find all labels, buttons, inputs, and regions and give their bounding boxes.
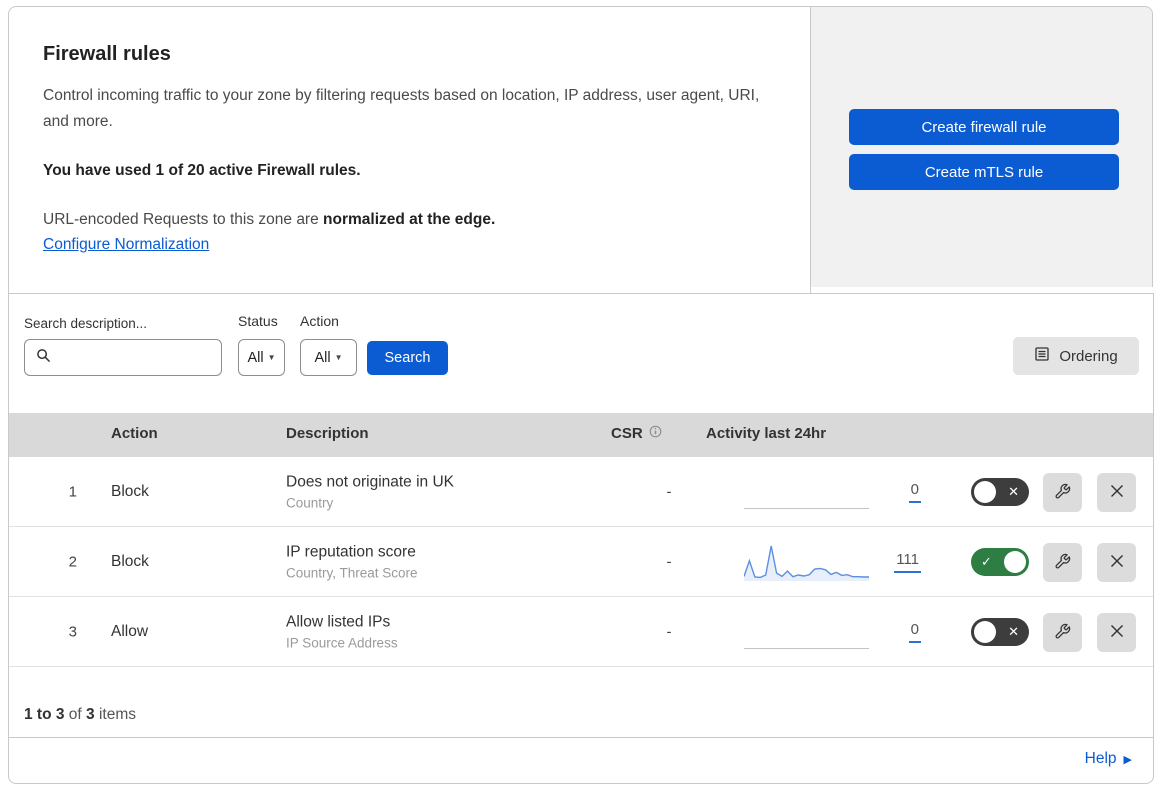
activity-count-link[interactable]: 0 bbox=[908, 621, 921, 643]
rule-title: IP reputation score bbox=[286, 543, 416, 560]
delete-rule-button[interactable] bbox=[1097, 543, 1136, 582]
normalization-note: URL-encoded Requests to this zone are no… bbox=[43, 211, 770, 229]
rule-enable-toggle[interactable]: ✓ ✕ bbox=[971, 548, 1029, 576]
activity-sparkline bbox=[743, 541, 869, 583]
edit-rule-button[interactable] bbox=[1043, 543, 1082, 582]
column-header-csr: CSR bbox=[611, 425, 662, 442]
activity-count-link[interactable]: 0 bbox=[908, 481, 921, 503]
firewall-rules-card: Search description... Status Action All … bbox=[8, 293, 1154, 738]
action-dropdown[interactable]: All ▼ bbox=[300, 339, 357, 376]
toggle-knob bbox=[974, 621, 996, 643]
table-row: 3 Allow Allow listed IPs IP Source Addre… bbox=[9, 597, 1153, 667]
rule-enable-toggle[interactable]: ✓ ✕ bbox=[971, 618, 1029, 646]
create-mtls-rule-button[interactable]: Create mTLS rule bbox=[849, 154, 1119, 190]
arrow-right-icon: ▶ bbox=[1123, 753, 1132, 766]
rule-priority: 3 bbox=[68, 623, 77, 640]
status-label: Status bbox=[238, 313, 278, 329]
rule-description: Does not originate in UK Country bbox=[286, 473, 454, 510]
x-icon: ✕ bbox=[1008, 484, 1019, 499]
action-label: Action bbox=[300, 313, 339, 329]
toggle-knob bbox=[974, 481, 996, 503]
activity-sparkline bbox=[744, 471, 869, 513]
page-title: Firewall rules bbox=[43, 43, 171, 65]
rule-action: Allow bbox=[111, 622, 149, 640]
info-icon[interactable] bbox=[649, 425, 662, 442]
rule-csr: - bbox=[666, 553, 672, 570]
configure-normalization-link[interactable]: Configure Normalization bbox=[43, 236, 209, 254]
flat-activity-line bbox=[744, 508, 869, 509]
actions-side-panel: Create firewall rule Create mTLS rule bbox=[811, 6, 1153, 287]
chevron-down-icon: ▼ bbox=[267, 353, 276, 362]
rule-fields: IP Source Address bbox=[286, 635, 398, 650]
column-header-activity: Activity last 24hr bbox=[706, 425, 827, 442]
rule-title: Allow listed IPs bbox=[286, 613, 391, 630]
close-icon bbox=[1109, 623, 1125, 642]
delete-rule-button[interactable] bbox=[1097, 613, 1136, 652]
rule-title: Does not originate in UK bbox=[286, 473, 455, 490]
create-firewall-rule-button[interactable]: Create firewall rule bbox=[849, 109, 1119, 145]
rule-priority: 2 bbox=[68, 553, 77, 570]
edit-rule-button[interactable] bbox=[1043, 613, 1082, 652]
wrench-icon bbox=[1054, 553, 1071, 573]
x-icon: ✕ bbox=[1008, 624, 1019, 639]
help-link[interactable]: Help ▶ bbox=[1085, 750, 1132, 768]
status-dropdown-value: All bbox=[247, 349, 264, 366]
firewall-intro-card: Firewall rules Control incoming traffic … bbox=[8, 6, 811, 294]
table-row: 2 Block IP reputation score Country, Thr… bbox=[9, 527, 1153, 597]
wrench-icon bbox=[1054, 483, 1071, 503]
ordering-button[interactable]: Ordering bbox=[1013, 337, 1139, 375]
toggle-knob bbox=[1004, 551, 1026, 573]
rule-action: Block bbox=[111, 482, 149, 500]
flat-activity-line bbox=[744, 648, 869, 649]
ordering-button-label: Ordering bbox=[1059, 347, 1118, 365]
table-header-row: Action Description CSR Activity last 24h… bbox=[9, 413, 1153, 457]
search-label: Search description... bbox=[24, 316, 148, 331]
edit-rule-button[interactable] bbox=[1043, 473, 1082, 512]
normalization-bold: normalized at the edge. bbox=[323, 211, 496, 228]
rules-table-body: 1 Block Does not originate in UK Country… bbox=[9, 457, 1153, 667]
page-description: Control incoming traffic to your zone by… bbox=[43, 87, 760, 130]
activity-count-link[interactable]: 111 bbox=[894, 551, 921, 573]
close-icon bbox=[1109, 553, 1125, 572]
rule-description: IP reputation score Country, Threat Scor… bbox=[286, 543, 418, 580]
search-input-wrapper bbox=[24, 339, 222, 376]
search-icon bbox=[36, 348, 51, 368]
ordering-icon bbox=[1034, 346, 1050, 366]
activity-sparkline bbox=[744, 611, 869, 653]
column-header-action: Action bbox=[111, 425, 158, 442]
rule-action: Block bbox=[111, 552, 149, 570]
column-header-description: Description bbox=[286, 425, 369, 442]
search-button[interactable]: Search bbox=[367, 341, 448, 375]
items-count: 1 to 3 of 3 items bbox=[24, 706, 137, 723]
chevron-down-icon: ▼ bbox=[334, 353, 343, 362]
rule-csr: - bbox=[666, 483, 672, 500]
normalization-text: URL-encoded Requests to this zone are bbox=[43, 211, 319, 228]
close-icon bbox=[1109, 483, 1125, 502]
rule-fields: Country bbox=[286, 495, 334, 510]
search-input[interactable] bbox=[59, 349, 209, 366]
usage-summary: You have used 1 of 20 active Firewall ru… bbox=[43, 162, 361, 179]
check-icon: ✓ bbox=[981, 554, 992, 569]
action-dropdown-value: All bbox=[314, 349, 331, 366]
rule-priority: 1 bbox=[68, 483, 77, 500]
delete-rule-button[interactable] bbox=[1097, 473, 1136, 512]
status-dropdown[interactable]: All ▼ bbox=[238, 339, 285, 376]
rule-fields: Country, Threat Score bbox=[286, 565, 418, 580]
help-bar: Help ▶ bbox=[8, 737, 1154, 784]
rule-csr: - bbox=[666, 623, 672, 640]
table-row: 1 Block Does not originate in UK Country… bbox=[9, 457, 1153, 527]
rule-description: Allow listed IPs IP Source Address bbox=[286, 613, 398, 650]
wrench-icon bbox=[1054, 623, 1071, 643]
rule-enable-toggle[interactable]: ✓ ✕ bbox=[971, 478, 1029, 506]
